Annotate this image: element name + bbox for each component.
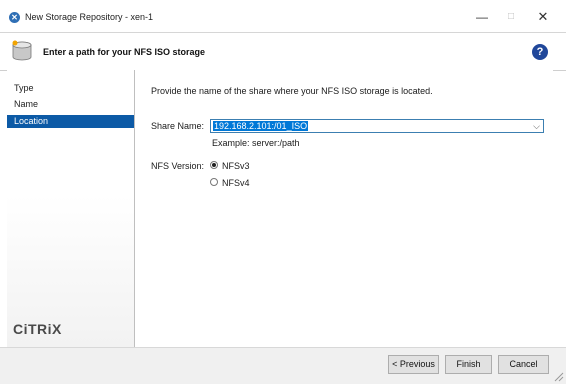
wizard-header: Enter a path for your NFS ISO storage ? [0, 32, 566, 71]
nfsv3-label[interactable]: NFSv3 [222, 161, 250, 171]
page-title: Enter a path for your NFS ISO storage [43, 47, 206, 57]
window-title: New Storage Repository - xen-1 [25, 12, 154, 22]
xencenter-app-icon: ✕ [9, 12, 20, 23]
nav-step-location[interactable]: Location [7, 115, 134, 128]
wizard-footer: < Previous Finish Cancel [0, 347, 566, 384]
finish-button[interactable]: Finish [445, 355, 492, 374]
nfs-version-label: NFS Version: [151, 161, 205, 171]
nav-step-name[interactable]: Name [7, 98, 134, 111]
nfsv4-label[interactable]: NFSv4 [222, 178, 250, 188]
citrix-logo: CiTRiX [13, 321, 62, 337]
wizard-content: Provide the name of the share where your… [135, 70, 553, 347]
nfsv3-radio[interactable] [210, 161, 218, 169]
nav-step-type[interactable]: Type [7, 82, 134, 95]
resize-grip-icon[interactable] [552, 370, 564, 382]
share-name-combobox[interactable]: 192.168.2.101:/01_ISO ⌵ [210, 119, 544, 133]
storage-icon [12, 40, 32, 61]
cancel-button[interactable]: Cancel [498, 355, 549, 374]
nfsv4-radio[interactable] [210, 178, 218, 186]
maximize-button[interactable]: □ [495, 7, 527, 27]
close-button[interactable]: ✕ [527, 7, 559, 27]
help-icon[interactable]: ? [532, 44, 548, 60]
previous-button[interactable]: < Previous [388, 355, 439, 374]
title-bar: ✕ New Storage Repository - xen-1 — □ ✕ [0, 0, 566, 32]
wizard-steps-sidebar: Type Name Location CiTRiX [7, 70, 135, 347]
instructions-text: Provide the name of the share where your… [151, 86, 433, 96]
share-name-value[interactable]: 192.168.2.101:/01_ISO [213, 121, 309, 131]
minimize-button[interactable]: — [466, 7, 498, 27]
share-name-label: Share Name: [151, 121, 205, 131]
share-name-example: Example: server:/path [212, 138, 300, 148]
chevron-down-icon[interactable]: ⌵ [533, 120, 540, 132]
